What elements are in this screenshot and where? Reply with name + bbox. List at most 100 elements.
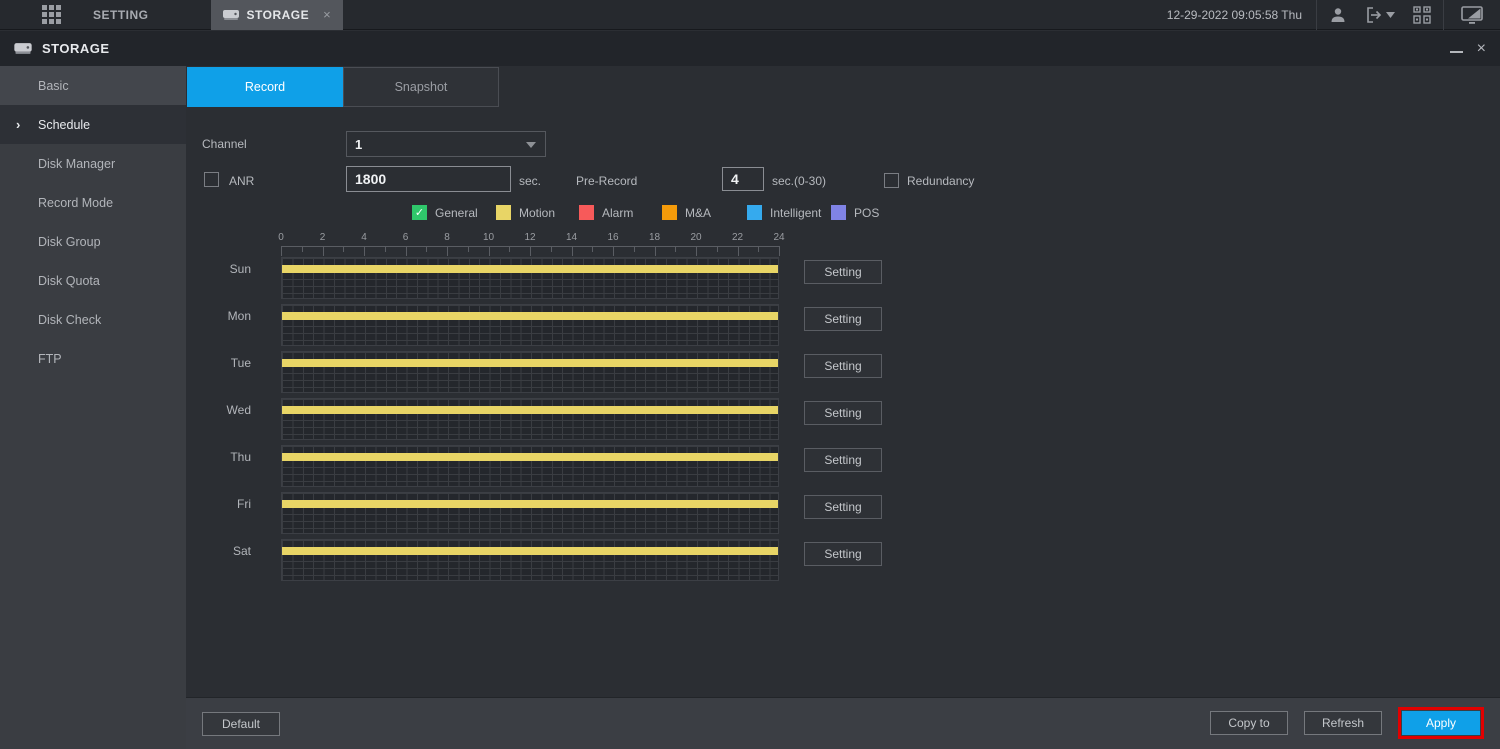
display-output-icon[interactable] [1444, 0, 1500, 30]
setting-button[interactable]: Setting [804, 495, 882, 519]
footer-bar: Default Copy to Refresh Apply [186, 697, 1500, 749]
schedule-bar-motion [282, 312, 778, 320]
schedule-bar-motion [282, 453, 778, 461]
ruler-tick [426, 247, 427, 252]
hour-tick-label: 22 [732, 232, 743, 243]
top-bar: SETTING STORAGE × 12-29-2022 09:05:58 Th… [0, 0, 1500, 30]
schedule-grid-sun[interactable] [281, 257, 779, 299]
setting-button[interactable]: Setting [804, 542, 882, 566]
setting-button[interactable]: Setting [804, 401, 882, 425]
hour-tick-label: 6 [403, 232, 409, 243]
storage-tab[interactable]: STORAGE × [211, 0, 343, 30]
apply-highlight-box: Apply [1398, 707, 1484, 739]
setting-button[interactable]: Setting [804, 307, 882, 331]
legend-label: Intelligent [770, 206, 821, 220]
pre-record-input[interactable] [722, 167, 764, 191]
schedule-grid-wed[interactable] [281, 398, 779, 440]
legend-label: M&A [685, 206, 711, 220]
apply-button[interactable]: Apply [1402, 711, 1480, 735]
setting-button[interactable]: Setting [804, 354, 882, 378]
color-swatch [831, 205, 846, 220]
legend-label: Alarm [602, 206, 633, 220]
close-icon[interactable]: × [1477, 41, 1486, 57]
channel-dropdown[interactable]: 1 [346, 131, 546, 157]
sidebar-item-schedule[interactable]: ›Schedule [0, 105, 186, 144]
legend-item-manda[interactable]: M&A [662, 205, 747, 220]
datetime-display: 12-29-2022 09:05:58 Thu [1167, 8, 1302, 22]
schedule-grid-thu[interactable] [281, 445, 779, 487]
day-label: Sat [186, 544, 251, 558]
legend-item-intelligent[interactable]: Intelligent [747, 205, 831, 220]
schedule-grid-mon[interactable] [281, 304, 779, 346]
redundancy-checkbox[interactable] [884, 173, 899, 188]
storage-tab-label: STORAGE [247, 8, 310, 22]
ruler-tick [302, 247, 303, 252]
anr-checkbox[interactable] [204, 172, 219, 187]
schedule-day-row: Sat Setting [186, 539, 1500, 581]
default-button[interactable]: Default [202, 712, 280, 736]
schedule-bar-motion [282, 265, 778, 273]
legend-item-alarm[interactable]: Alarm [579, 205, 662, 220]
schedule-panel: RecordSnapshot Channel 1 ANR sec. Pre-Re… [186, 66, 1500, 697]
hour-tick-label: 20 [690, 232, 701, 243]
logout-icon[interactable] [1359, 0, 1401, 30]
legend-label: POS [854, 206, 879, 220]
timeline-ruler [281, 246, 780, 257]
qr-code-icon[interactable] [1401, 0, 1443, 30]
schedule-day-row: FriSetting [186, 492, 1500, 534]
day-label: Thu [186, 450, 251, 464]
legend-item-pos[interactable]: POS [831, 205, 879, 220]
setting-button[interactable]: Setting [804, 260, 882, 284]
timeline-hour-labels: 024681012141618202224 [281, 232, 779, 244]
tab-snapshot[interactable]: Snapshot [343, 67, 499, 107]
main-content: RecordSnapshot Channel 1 ANR sec. Pre-Re… [186, 66, 1500, 749]
refresh-button[interactable]: Refresh [1304, 711, 1382, 735]
tab-close-icon[interactable]: × [323, 7, 331, 22]
ruler-tick [447, 247, 448, 256]
schedule-day-row: Thu Setting [186, 445, 1500, 487]
user-icon[interactable] [1317, 0, 1359, 30]
schedule-days: SunSettingMonSettingTueSettingWedSetting… [186, 257, 1500, 586]
color-swatch [662, 205, 677, 220]
hour-tick-label: 4 [361, 232, 367, 243]
sidebar-item-record-mode[interactable]: ›Record Mode [0, 183, 186, 222]
schedule-grid-fri[interactable] [281, 492, 779, 534]
setting-button[interactable]: Setting [804, 448, 882, 472]
sidebar: ›Basic›Schedule›Disk Manager›Record Mode… [0, 66, 186, 749]
ruler-tick [738, 247, 739, 256]
schedule-grid-sat[interactable] [281, 539, 779, 581]
legend-item-general[interactable]: ✓General [412, 205, 496, 220]
hour-tick-label: 14 [566, 232, 577, 243]
ruler-tick [717, 247, 718, 252]
minimize-icon[interactable] [1450, 40, 1463, 58]
storage-drive-icon [14, 42, 32, 55]
day-label: Tue [186, 356, 251, 370]
sidebar-item-disk-group[interactable]: ›Disk Group [0, 222, 186, 261]
schedule-bar-motion [282, 406, 778, 414]
hour-tick-label: 12 [524, 232, 535, 243]
storage-drive-icon [223, 9, 239, 21]
setting-menu-label[interactable]: SETTING [93, 8, 149, 22]
ruler-tick [468, 247, 469, 252]
anr-input[interactable] [346, 166, 511, 192]
sidebar-item-disk-check[interactable]: ›Disk Check [0, 300, 186, 339]
legend-label: Motion [519, 206, 555, 220]
sidebar-item-disk-manager[interactable]: ›Disk Manager [0, 144, 186, 183]
sidebar-item-label: Record Mode [38, 196, 113, 210]
copy-to-button[interactable]: Copy to [1210, 711, 1288, 735]
schedule-day-row: WedSetting [186, 398, 1500, 440]
apps-grid-icon[interactable] [0, 5, 61, 24]
sidebar-item-label: Basic [38, 79, 69, 93]
sidebar-item-ftp[interactable]: ›FTP [0, 339, 186, 378]
sidebar-item-disk-quota[interactable]: ›Disk Quota [0, 261, 186, 300]
sidebar-item-label: Disk Check [38, 313, 101, 327]
sidebar-item-label: Schedule [38, 118, 90, 132]
ruler-tick [323, 247, 324, 256]
schedule-bar-motion [282, 547, 778, 555]
schedule-grid-tue[interactable] [281, 351, 779, 393]
sidebar-item-basic[interactable]: ›Basic [0, 66, 186, 105]
legend-label: General [435, 206, 478, 220]
tab-record[interactable]: Record [187, 67, 343, 107]
legend-item-motion[interactable]: Motion [496, 205, 579, 220]
sidebar-item-label: Disk Quota [38, 274, 100, 288]
